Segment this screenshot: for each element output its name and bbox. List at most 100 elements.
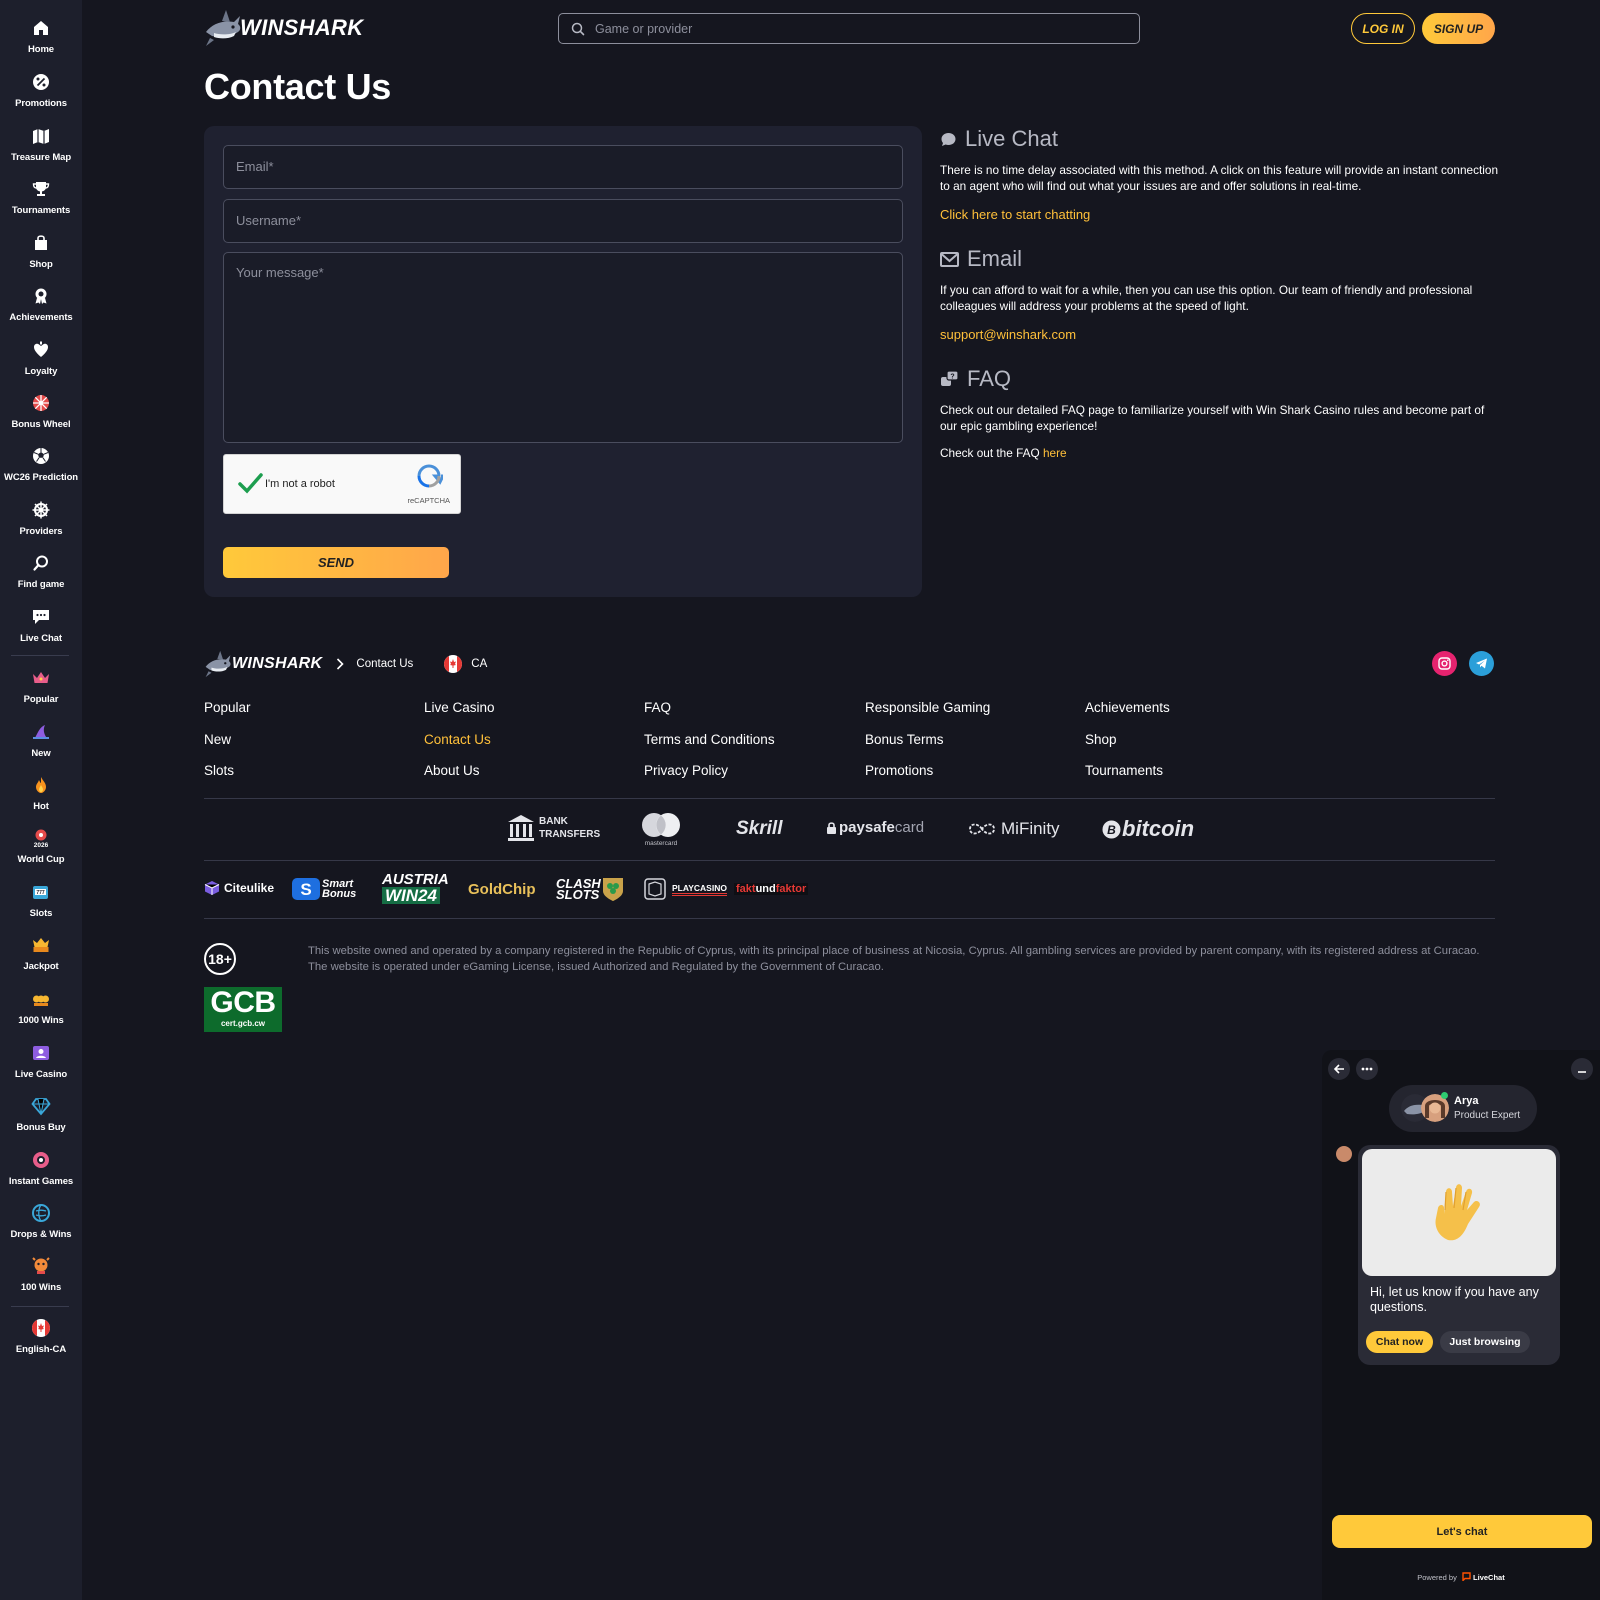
login-button[interactable]: LOG IN [1351, 13, 1415, 44]
sidebar-item-label: Drops & Wins [10, 1229, 72, 1240]
clash-of-slots-logo: CLASH SLOTS [556, 875, 625, 903]
footer-link-contact-us[interactable]: Contact Us [424, 732, 495, 764]
wheel-icon [33, 395, 49, 411]
recaptcha-widget[interactable]: I'm not a robot reCAPTCHA [223, 454, 461, 514]
more-options-button[interactable] [1356, 1058, 1378, 1080]
lets-chat-button[interactable]: Let's chat [1332, 1515, 1592, 1548]
sidebar-item-language[interactable]: English-CA [0, 1318, 82, 1355]
email-field[interactable]: Email* [223, 145, 903, 189]
footer-link-responsible-gaming[interactable]: Responsible Gaming [865, 700, 990, 732]
faq-here-link[interactable]: here [1043, 446, 1067, 460]
sidebar-item-100-wins[interactable]: 100 Wins [0, 1256, 82, 1293]
sidebar-item-label: Home [28, 44, 54, 55]
sidebar-item-wc26-prediction[interactable]: WC26 Prediction [0, 446, 82, 483]
sidebar-item-popular[interactable]: Popular [0, 668, 82, 705]
telegram-link[interactable] [1469, 651, 1494, 676]
footer-link-slots[interactable]: Slots [204, 763, 251, 795]
sidebar-item-new[interactable]: New [0, 722, 82, 759]
search-bar[interactable] [558, 13, 1140, 44]
goldchip-logo: GoldChip [468, 881, 536, 898]
sidebar-item-label: New [31, 748, 51, 759]
recaptcha-label: I'm not a robot [265, 478, 335, 490]
sidebar-item-instant-games[interactable]: Instant Games [0, 1150, 82, 1187]
faq-section: ? FAQ Check out our detailed FAQ page to… [940, 366, 1500, 460]
search-icon [33, 555, 48, 571]
faq-text: Check out our detailed FAQ page to famil… [940, 403, 1485, 433]
footer-link-shop[interactable]: Shop [1085, 732, 1170, 764]
footer-logo[interactable]: WINSHARK [204, 648, 322, 680]
arrow-left-icon [1333, 1064, 1344, 1074]
mifinity-text: MiFinity [1001, 819, 1060, 838]
shark-logo-icon [205, 650, 231, 678]
welcome-message-text: Hi, let us know if you have any question… [1370, 1285, 1539, 1314]
footer-link-tournaments[interactable]: Tournaments [1085, 763, 1170, 795]
back-button[interactable] [1328, 1058, 1350, 1080]
smart-bonus-logo: S Smart Bonus [292, 878, 356, 900]
start-chat-link[interactable]: Click here to start chatting [940, 207, 1090, 222]
sidebar-item-live-chat[interactable]: Live Chat [0, 607, 82, 644]
sidebar-item-drops-wins[interactable]: Drops & Wins [0, 1203, 82, 1240]
sidebar-item-live-casino[interactable]: Live Casino [0, 1043, 82, 1080]
padlock-icon [827, 821, 836, 834]
sidebar-item-treasure-map[interactable]: Treasure Map [0, 126, 82, 163]
sidebar-item-tournaments[interactable]: Tournaments [0, 179, 82, 216]
sidebar-item-providers[interactable]: Providers [0, 500, 82, 537]
gcb-seal[interactable]: GCB cert.gcb.cw [204, 987, 282, 1032]
footer-link-privacy[interactable]: Privacy Policy [644, 763, 775, 795]
support-email-link[interactable]: support@winshark.com [940, 327, 1076, 342]
footer-link-popular[interactable]: Popular [204, 700, 251, 732]
footer-link-about-us[interactable]: About Us [424, 763, 495, 795]
sidebar-item-slots[interactable]: 777 Slots [0, 882, 82, 919]
medal-icon [35, 288, 47, 304]
footer-link-faq[interactable]: FAQ [644, 700, 775, 732]
footer-link-bonus-terms[interactable]: Bonus Terms [865, 732, 990, 764]
footer-link-promotions[interactable]: Promotions [865, 763, 990, 795]
sidebar-item-achievements[interactable]: Achievements [0, 286, 82, 323]
online-status-dot [1441, 1092, 1448, 1099]
welcome-message-card: Hi, let us know if you have any question… [1358, 1145, 1560, 1365]
svg-text:2026: 2026 [34, 842, 49, 848]
sidebar-item-jackpot[interactable]: Jackpot [0, 935, 82, 972]
message-textarea[interactable]: Your message* [223, 252, 903, 443]
sidebar-item-hot[interactable]: Hot [0, 775, 82, 812]
just-browsing-button[interactable]: Just browsing [1440, 1331, 1530, 1353]
instagram-link[interactable] [1432, 651, 1457, 676]
winshark-logo[interactable]: WINSHARK [204, 6, 363, 50]
jackpot-icon [33, 938, 49, 952]
country-code[interactable]: CA [471, 658, 487, 670]
footer-link-new[interactable]: New [204, 732, 251, 764]
footer-link-achievements[interactable]: Achievements [1085, 700, 1170, 732]
live-casino-icon [33, 1046, 49, 1060]
faktor-part-3: faktor [775, 883, 807, 895]
username-field[interactable]: Username* [223, 199, 903, 243]
footer-link-terms[interactable]: Terms and Conditions [644, 732, 775, 764]
envelope-icon [940, 251, 959, 267]
sidebar-item-1000-wins[interactable]: 1000 Wins [0, 989, 82, 1026]
send-button[interactable]: SEND [223, 547, 449, 578]
sidebar-item-label: World Cup [17, 854, 65, 865]
sidebar-item-label: Promotions [15, 98, 67, 109]
sidebar-item-find-game[interactable]: Find game [0, 553, 82, 590]
search-input[interactable] [595, 21, 1115, 36]
sidebar-item-home[interactable]: Home [0, 18, 82, 55]
powered-by-prefix: Powered by [1417, 1573, 1457, 1582]
checkmark-icon[interactable] [236, 469, 264, 497]
chat-now-button[interactable]: Chat now [1366, 1331, 1433, 1353]
sidebar-item-loyalty[interactable]: Loyalty [0, 340, 82, 377]
shopping-bag-icon [35, 235, 47, 250]
footer-link-live-casino[interactable]: Live Casino [424, 700, 495, 732]
minimize-icon [1578, 1071, 1586, 1073]
footer-divider [204, 918, 1495, 919]
smart-bonus-icon: S [292, 878, 320, 900]
sidebar-item-shop[interactable]: Shop [0, 233, 82, 270]
sidebar-item-bonus-buy[interactable]: Bonus Buy [0, 1096, 82, 1133]
footer-column-4: Responsible Gaming Bonus Terms Promotion… [865, 700, 990, 795]
sidebar-item-promotions[interactable]: Promotions [0, 72, 82, 109]
card-text: card [894, 819, 925, 836]
signup-button[interactable]: SIGN UP [1422, 13, 1495, 44]
sidebar-item-bonus-wheel[interactable]: Bonus Wheel [0, 393, 82, 430]
sidebar-item-label: Treasure Map [10, 152, 72, 163]
minimize-button[interactable] [1571, 1058, 1593, 1080]
sidebar-item-world-cup[interactable]: 2026 World Cup [0, 828, 82, 865]
soccer-ball-icon [33, 448, 49, 464]
